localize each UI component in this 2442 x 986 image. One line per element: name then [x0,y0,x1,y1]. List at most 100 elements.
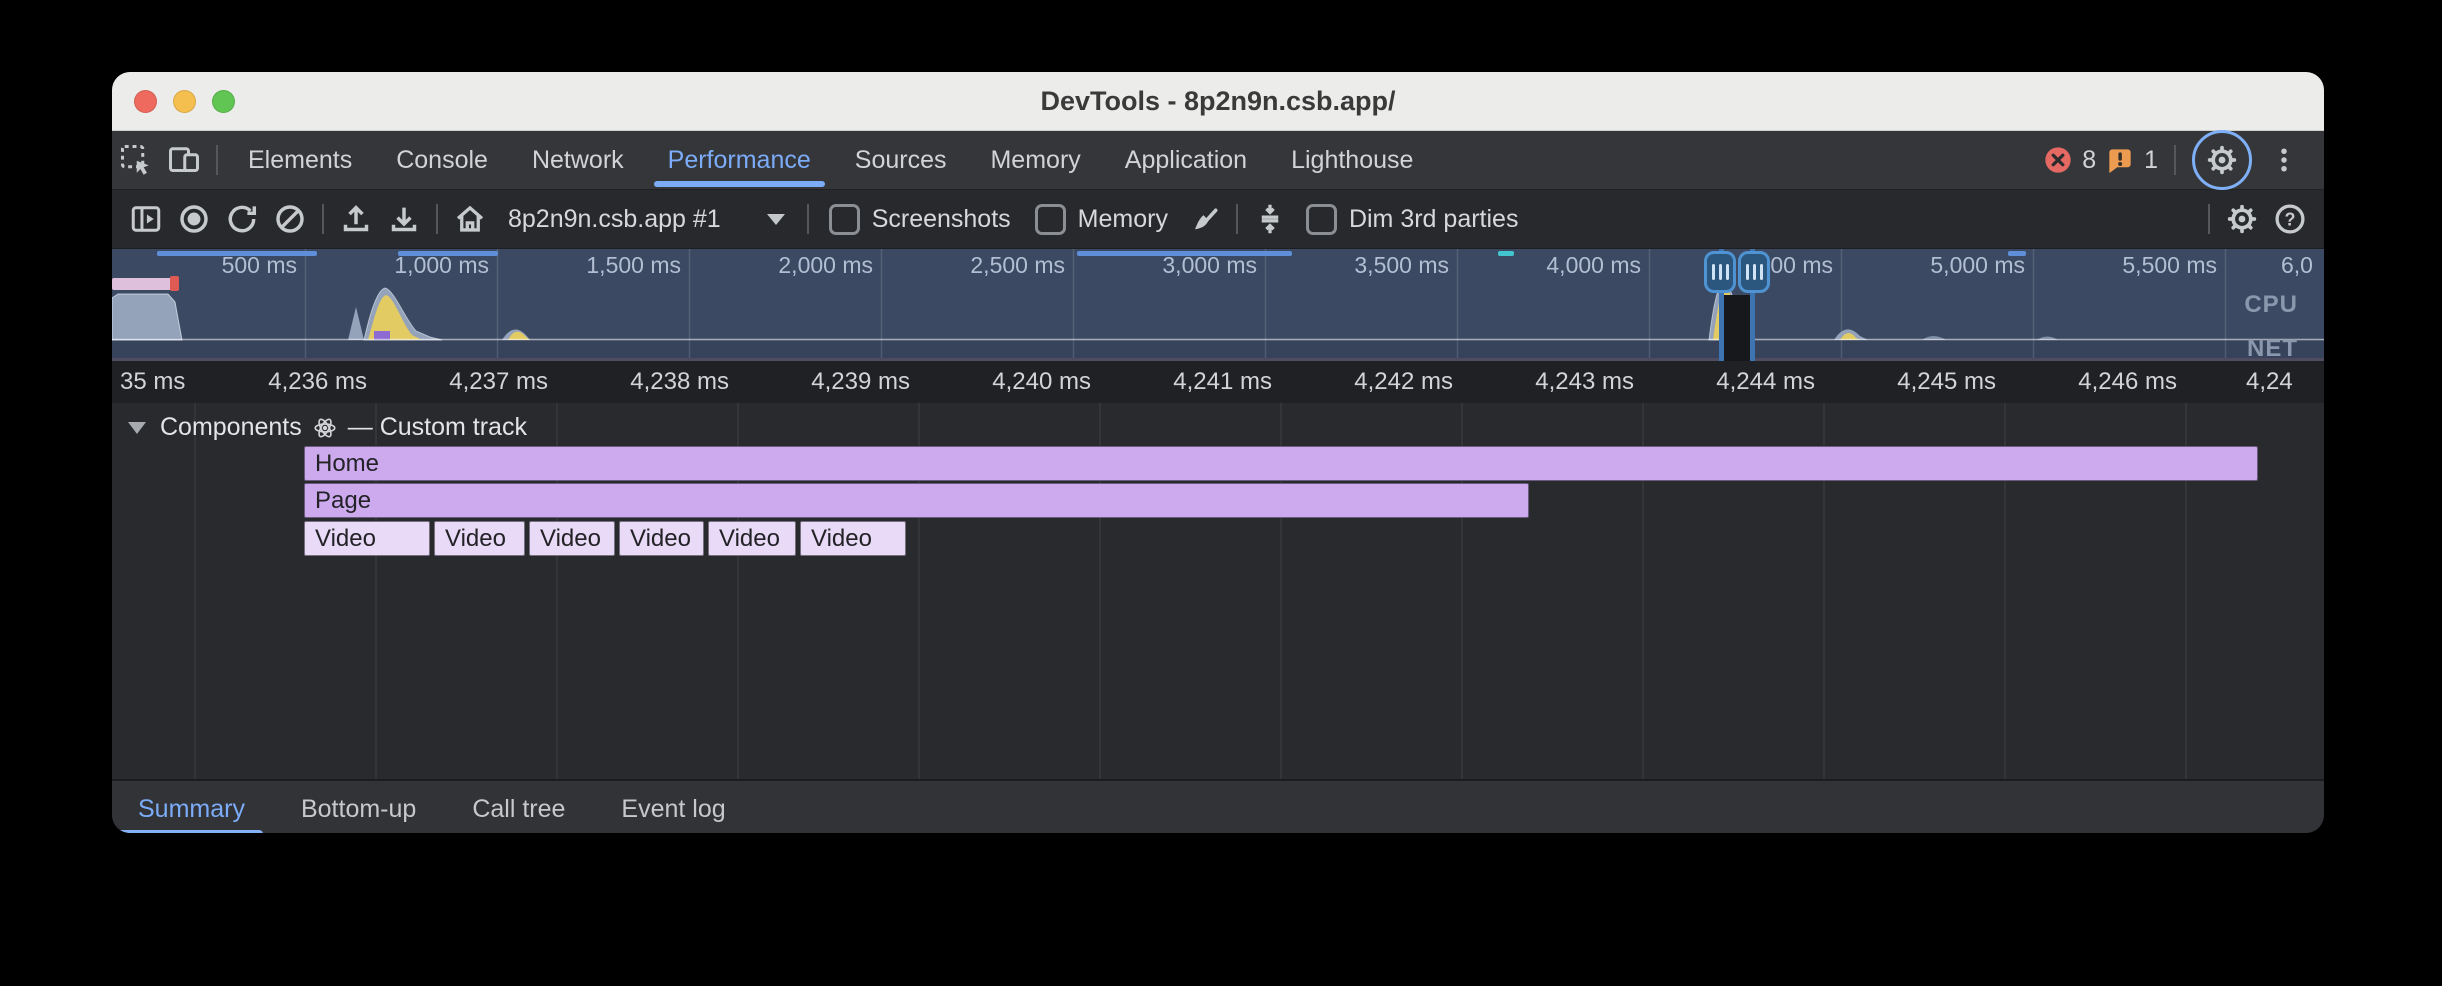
timeline-ruler: 35 ms4,236 ms4,237 ms4,238 ms4,239 ms4,2… [112,361,2324,403]
home-environment-button[interactable] [446,197,494,241]
details-tab-bottom-up[interactable]: Bottom-up [301,781,416,833]
overview-time-label: 2,000 ms [778,252,873,279]
target-selector[interactable]: 8p2n9n.csb.app #1 [494,205,799,234]
svg-text:?: ? [2285,209,2296,229]
selection-left-handle[interactable] [1704,251,1736,293]
performance-toolbar: 8p2n9n.csb.app #1 Screenshots Memory [112,190,2324,249]
toolbar-right-controls: ? [2200,197,2314,241]
network-request-segment [1498,251,1514,256]
net-track-label: NET [2247,335,2298,361]
dim-third-parties-checkbox[interactable]: Dim 3rd parties [1294,204,1531,235]
ruler-time-label: 4,240 ms [992,368,1091,396]
tab-elements[interactable]: Elements [226,131,374,189]
upload-icon [338,201,374,237]
separator [436,204,438,234]
reload-icon [224,201,260,237]
ruler-time-label: 4,246 ms [2078,368,2177,396]
device-toolbar-button[interactable] [160,138,208,182]
overview-time-label: 4,000 ms [1546,252,1641,279]
tab-network[interactable]: Network [510,131,646,189]
tab-memory[interactable]: Memory [968,131,1102,189]
target-selector-value: 8p2n9n.csb.app #1 [508,205,721,234]
devtools-window: DevTools - 8p2n9n.csb.app/ ElementsConso… [112,72,2324,833]
dim-third-parties-label: Dim 3rd parties [1349,205,1519,234]
inspect-icon [118,142,154,178]
track-bar-page[interactable]: Page [304,483,1529,518]
track-bar-video[interactable]: Video [619,521,704,556]
track-title-suffix: — Custom track [348,413,527,442]
track-bar-home[interactable]: Home [304,446,2258,481]
ruler-time-label: 4,238 ms [630,368,729,396]
overview-time-label: 2,500 ms [970,252,1065,279]
tab-performance[interactable]: Performance [646,131,833,189]
record-and-reload-button[interactable] [218,197,266,241]
ruler-time-label: 4,241 ms [1173,368,1272,396]
home-icon [452,201,488,237]
gear-icon [2225,202,2259,236]
error-count: 8 [2082,146,2096,175]
tab-application[interactable]: Application [1103,131,1269,189]
console-errors-badge[interactable]: 8 [2042,144,2096,176]
collect-garbage-button[interactable] [1180,197,1228,241]
tab-console[interactable]: Console [374,131,510,189]
help-icon: ? [2272,201,2308,237]
capture-settings-button[interactable] [2218,197,2266,241]
load-profile-button[interactable] [332,197,380,241]
ruler-time-label: 4,244 ms [1716,368,1815,396]
toggle-sidebar-button[interactable] [122,197,170,241]
record-icon [176,201,212,237]
record-button[interactable] [170,197,218,241]
separator [322,204,324,234]
ruler-time-label: 35 ms [120,368,185,396]
separator [2208,204,2210,234]
flame-chart-area[interactable]: Components — Custom track HomePageVideoV… [112,403,2324,779]
selection-window [1724,295,1750,361]
screenshots-label: Screenshots [872,205,1011,234]
ruler-time-label: 4,243 ms [1535,368,1634,396]
overview-time-label: 3,500 ms [1354,252,1449,279]
ruler-time-label: 4,24 [2246,368,2293,396]
window-title: DevTools - 8p2n9n.csb.app/ [112,72,2324,130]
overview-time-label: 3,000 ms [1162,252,1257,279]
details-tab-event-log[interactable]: Event log [621,781,725,833]
track-bar-video[interactable]: Video [304,521,430,556]
separator [216,145,218,175]
ruler-time-label: 4,242 ms [1354,368,1453,396]
selection-right-handle[interactable] [1738,251,1770,293]
track-bar-video[interactable]: Video [800,521,906,556]
warning-count: 1 [2144,146,2158,175]
screenshots-checkbox[interactable]: Screenshots [817,204,1023,235]
inspect-element-button[interactable] [112,138,160,182]
console-warnings-badge[interactable]: 1 [2104,144,2158,176]
components-track-header[interactable]: Components — Custom track [128,413,527,442]
disclosure-triangle-icon [128,422,146,434]
track-bar-video[interactable]: Video [708,521,796,556]
settings-focus-ring [2192,130,2252,190]
help-button[interactable]: ? [2266,197,2314,241]
kebab-menu-icon [2269,143,2299,177]
overview-time-label: 500 ms [222,252,297,279]
clear-button[interactable] [266,197,314,241]
ruler-time-label: 4,237 ms [449,368,548,396]
memory-checkbox[interactable]: Memory [1023,204,1180,235]
separator [1236,204,1238,234]
more-options-button[interactable] [2260,138,2308,182]
settings-button[interactable] [2205,143,2239,177]
collapse-tracks-button[interactable] [1246,197,1294,241]
details-tab-summary[interactable]: Summary [138,781,245,833]
titlebar: DevTools - 8p2n9n.csb.app/ [112,72,2324,131]
track-bar-video[interactable]: Video [434,521,525,556]
tab-sources[interactable]: Sources [833,131,969,189]
timeline-overview[interactable]: 500 ms1,000 ms1,500 ms2,000 ms2,500 ms3,… [112,249,2324,361]
error-icon [2042,144,2074,176]
devtools-tabbar: ElementsConsoleNetworkPerformanceSources… [112,131,2324,190]
tabbar-right-controls: 8 1 [2042,130,2324,190]
checkbox-box [829,204,860,235]
details-tab-call-tree[interactable]: Call tree [472,781,565,833]
tab-lighthouse[interactable]: Lighthouse [1269,131,1435,189]
brush-icon [1186,201,1222,237]
save-profile-button[interactable] [380,197,428,241]
checkbox-box [1035,204,1066,235]
track-bar-video[interactable]: Video [529,521,615,556]
overview-time-label: 1,500 ms [586,252,681,279]
